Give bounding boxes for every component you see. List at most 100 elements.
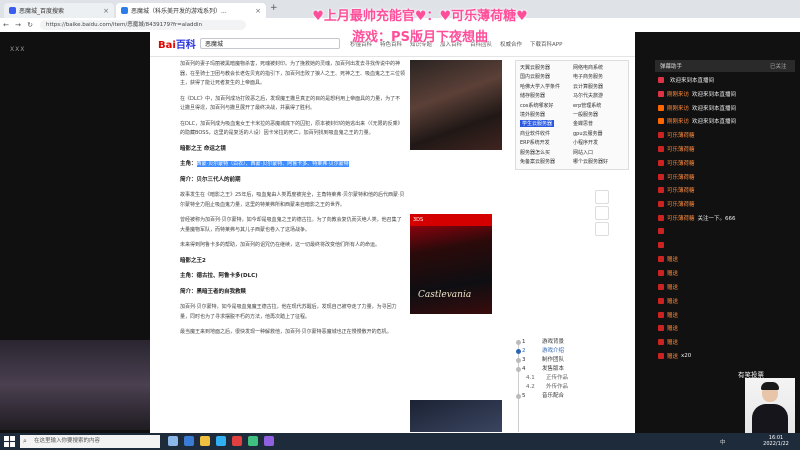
tab-label: 恶魔城（科乐美开发的游戏系列）... — [131, 8, 227, 15]
chat-username[interactable]: 赠送 — [667, 311, 678, 319]
toc-label: 游戏介绍 — [542, 348, 565, 354]
chat-text: 关注一下。666 — [697, 216, 736, 222]
toc-label: 音乐配合 — [542, 393, 565, 399]
edge-browser-icon[interactable] — [184, 436, 194, 446]
reload-icon[interactable]: ↻ — [24, 21, 36, 29]
related-search-item[interactable]: 服务器怎么买 — [520, 149, 550, 156]
toc-item[interactable]: 3 制作团队 — [510, 356, 630, 365]
toc-label: 制作团队 — [542, 357, 565, 363]
tab-label: 恶魔城_百度搜索 — [19, 8, 65, 15]
characters-link[interactable]: 西蒙·贝尔蒙特（白衣）、西蒙·贝尔蒙特、阿鲁卡多、特莱弗·贝尔蒙特 — [196, 161, 349, 167]
article-paragraph: 故事发生在《暗影之王》25年后，吸血鬼由人类再度被完全，主角特莱弗·贝尔蒙特和他… — [180, 192, 405, 208]
collect-icon[interactable] — [595, 222, 609, 236]
chat-username[interactable]: 赠送 — [667, 297, 678, 305]
related-search-item[interactable]: 一般服务器 — [573, 111, 598, 118]
related-search-item[interactable]: 网络电商系统 — [573, 64, 603, 71]
article-image-top[interactable] — [410, 60, 502, 150]
file-explorer-icon[interactable] — [200, 436, 210, 446]
chat-username[interactable]: 赠送 — [667, 255, 678, 263]
back-icon[interactable]: ← — [0, 21, 12, 29]
article-image-bottom[interactable] — [410, 400, 502, 432]
related-search-item[interactable]: 境外服务器 — [520, 111, 545, 118]
app-icon[interactable] — [264, 436, 274, 446]
user-badge-icon — [658, 118, 664, 125]
related-search-item[interactable]: 学生云服务器 — [520, 120, 555, 128]
chat-message — [658, 241, 670, 248]
chat-username[interactable]: 赠送 — [667, 352, 678, 360]
chat-message: 赠送 — [658, 283, 681, 291]
forward-icon[interactable]: → — [12, 21, 24, 29]
chat-message: 可乐薄荷糖 关注一下。666 — [658, 214, 736, 222]
chat-username[interactable]: 可乐薄荷糖 — [667, 214, 695, 222]
related-search-item[interactable]: 储存服务器 — [520, 92, 545, 99]
related-search-item[interactable]: 云计算服务器 — [573, 83, 603, 90]
toc-dot — [516, 367, 521, 372]
app-icon[interactable] — [248, 436, 258, 446]
share-icon[interactable] — [595, 190, 609, 204]
related-search-item[interactable]: cos系统哪家好 — [520, 102, 553, 109]
chat-username[interactable]: 刚刚来访 — [667, 117, 689, 125]
streamer-body — [752, 404, 788, 433]
chat-header-right[interactable]: 已关注 — [770, 62, 787, 70]
toc-label: 发售版本 — [542, 366, 565, 372]
close-tab-icon[interactable]: × — [103, 7, 109, 15]
browser-tab-baike[interactable]: 恶魔城（科乐美开发的游戏系列）... × — [116, 3, 266, 18]
related-search-item[interactable]: erp管理系统 — [573, 102, 601, 109]
chat-username[interactable]: 赠送 — [667, 338, 678, 346]
toc-item[interactable]: 2 游戏介绍 — [510, 347, 630, 356]
windows-start-icon[interactable] — [4, 436, 15, 447]
related-search-item[interactable]: 免备案云服务器 — [520, 158, 555, 165]
chat-username[interactable]: 刚刚来访 — [667, 90, 689, 98]
taskbar-clock[interactable]: 16:01 2022/1/22 — [755, 435, 797, 447]
chat-message: 赠送 — [658, 297, 681, 305]
related-search-item[interactable]: 国内云服务器 — [520, 73, 550, 80]
chat-username[interactable]: 可乐薄荷糖 — [667, 186, 695, 194]
input-method-indicator[interactable]: 中 — [720, 438, 726, 446]
chat-username[interactable]: 赠送 — [667, 324, 678, 332]
task-view-icon[interactable] — [168, 436, 178, 446]
article-paragraph: 在DLC，加百列成为吸血鬼女王卡米拉的恶魔城底下的囚犯，原本被封印的她逃出来（《… — [180, 120, 403, 137]
close-tab-icon[interactable]: × — [255, 7, 261, 15]
cover-platform: 3DS — [410, 214, 492, 226]
chat-username[interactable]: 可乐薄荷糖 — [667, 159, 695, 167]
chat-username[interactable]: 赠送 — [667, 283, 678, 291]
related-search-item[interactable]: ERP系统开发 — [520, 139, 550, 146]
related-search-item[interactable]: gpu云服务器 — [573, 130, 603, 137]
related-search-item[interactable]: 小程序开发 — [573, 139, 598, 146]
toc-dot — [516, 340, 521, 345]
related-search-item[interactable]: 马尔代夫旅游 — [573, 92, 603, 99]
toc-dot — [516, 358, 521, 363]
chat-username[interactable]: 可乐薄荷糖 — [667, 173, 695, 181]
toc-label: 外传作品 — [546, 384, 569, 390]
like-icon[interactable] — [595, 206, 609, 220]
related-search-item[interactable]: 电子商务服务 — [573, 73, 603, 80]
browser-tab-search[interactable]: 恶魔城_百度搜索 × — [4, 3, 114, 18]
baike-logo[interactable]: Bai百科 — [158, 36, 196, 51]
related-search-item[interactable]: 金蝶思普 — [573, 120, 593, 127]
related-search-item[interactable]: 商业软件收件 — [520, 130, 550, 137]
chat-message: 赠送 — [658, 255, 681, 263]
chat-username[interactable]: 可乐薄荷糖 — [667, 131, 695, 139]
url-input[interactable]: https://baike.baidu.com/item/恶魔城/8439179… — [40, 20, 246, 30]
toc-item[interactable]: 1 游戏背景 — [510, 338, 630, 347]
toc-item[interactable]: 4 发售版本 — [510, 365, 630, 374]
toc-item[interactable]: 4.2 外传作品 — [510, 383, 630, 392]
toc-item[interactable]: 5 音乐配合 — [510, 392, 630, 401]
related-search-item[interactable]: 天翼云服务器 — [520, 64, 550, 71]
app-icon[interactable] — [232, 436, 242, 446]
toc-item[interactable]: 4.1 正传作品 — [510, 374, 630, 383]
chat-message: 可乐薄荷糖 — [658, 159, 698, 167]
related-search-item[interactable]: 哈佛大学入学条件 — [520, 83, 560, 90]
related-search-item[interactable]: 网站入口 — [573, 149, 593, 156]
chat-username[interactable]: 可乐薄荷糖 — [667, 200, 695, 208]
related-search-item[interactable]: 哪个云服务器好 — [573, 158, 608, 165]
user-badge-icon — [658, 270, 664, 277]
user-badge-icon — [658, 227, 664, 234]
chat-username[interactable]: 赠送 — [667, 269, 678, 277]
chat-text: 欢迎来到本直播间 — [692, 91, 737, 98]
toc-number: 1 — [522, 339, 526, 345]
taskbar-search-input[interactable]: 在这里输入你要搜索的内容 — [20, 435, 160, 448]
chat-username[interactable]: 可乐薄荷糖 — [667, 145, 695, 153]
chat-username[interactable]: 刚刚来访 — [667, 104, 689, 112]
app-icon[interactable] — [216, 436, 226, 446]
